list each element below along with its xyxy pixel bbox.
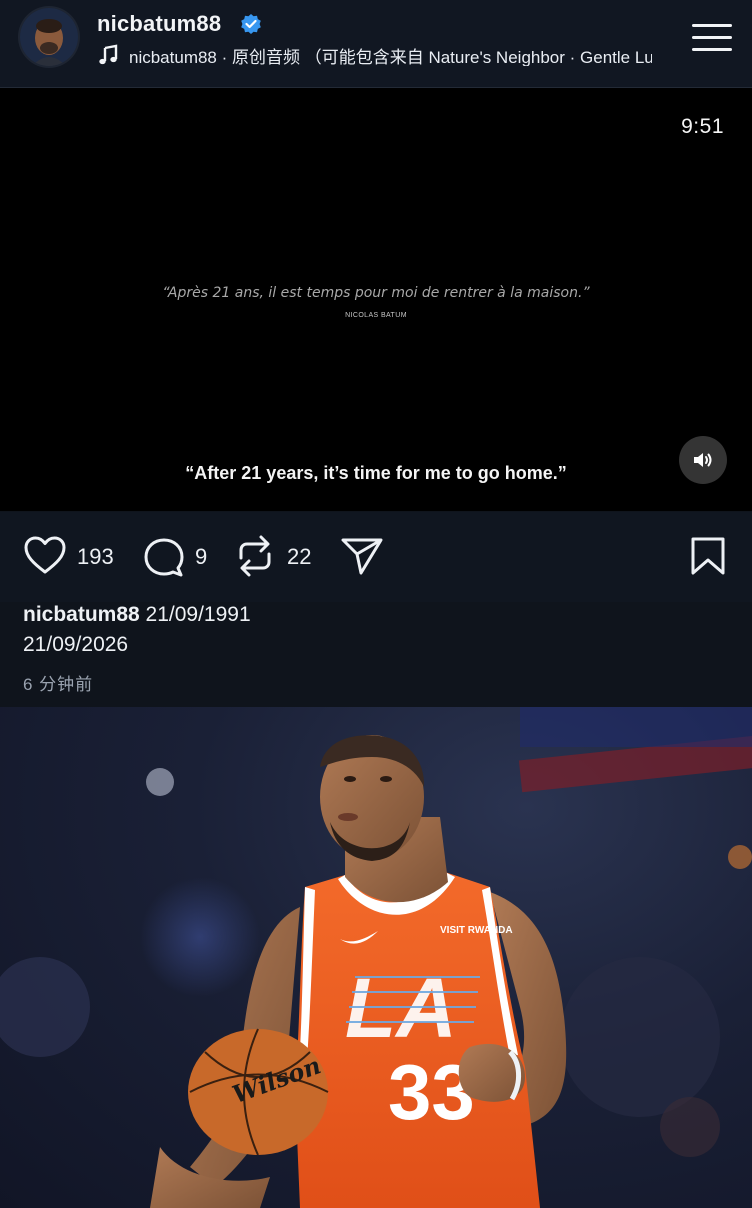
audio-text: nicbatum88 · 原创音频 （可能包含来自 Nature's Neigh…	[129, 48, 652, 66]
speaker-icon	[694, 453, 712, 467]
sound-toggle-button[interactable]	[679, 436, 727, 484]
repost-count[interactable]: 22	[287, 544, 311, 570]
verified-badge-icon	[241, 14, 261, 34]
video-caption: “After 21 years, it’s time for me to go …	[185, 463, 567, 483]
comment-icon[interactable]	[143, 536, 185, 578]
post-photo[interactable]: LA 33 VISIT RWANDA Wilson	[0, 707, 752, 1208]
video-player[interactable]: 9:51 “Après 21 ans, il est temps pour mo…	[0, 88, 752, 511]
post-caption: nicbatum88 21/09/1991 21/09/2026	[23, 600, 251, 660]
hamburger-line	[692, 36, 732, 39]
post-header: nicbatum88 nicbatum88 · 原创音频 （可能包含来自 Nat…	[0, 0, 752, 88]
jersey-sponsor: VISIT RWANDA	[440, 925, 513, 936]
video-timer: 9:51	[681, 115, 724, 138]
video-quote-author: NICOLAS BATUM	[345, 312, 407, 319]
share-icon[interactable]	[340, 536, 384, 576]
post-timestamp: 6 分钟前	[23, 675, 94, 694]
video-quote-french: “Après 21 ans, il est temps pour moi de …	[162, 285, 590, 301]
action-bar: 193 9 22	[0, 512, 752, 602]
header-username[interactable]: nicbatum88	[97, 11, 221, 37]
avatar[interactable]	[20, 8, 78, 66]
like-count[interactable]: 193	[77, 544, 114, 570]
bookmark-icon[interactable]	[690, 536, 726, 576]
caption-line2: 21/09/2026	[23, 633, 129, 656]
comment-count[interactable]: 9	[195, 544, 207, 570]
basketball-player-image: LA 33 VISIT RWANDA Wilson	[0, 707, 752, 1208]
caption-line1: 21/09/1991	[145, 603, 251, 626]
heart-icon[interactable]	[23, 535, 67, 575]
music-note-icon	[99, 44, 118, 65]
hamburger-line	[692, 48, 732, 51]
hamburger-menu-icon	[692, 24, 732, 27]
repost-icon[interactable]	[235, 534, 275, 578]
audio-attribution[interactable]: nicbatum88 · 原创音频 （可能包含来自 Nature's Neigh…	[97, 42, 652, 66]
menu-button[interactable]	[692, 24, 732, 51]
caption-username[interactable]: nicbatum88	[23, 603, 140, 626]
